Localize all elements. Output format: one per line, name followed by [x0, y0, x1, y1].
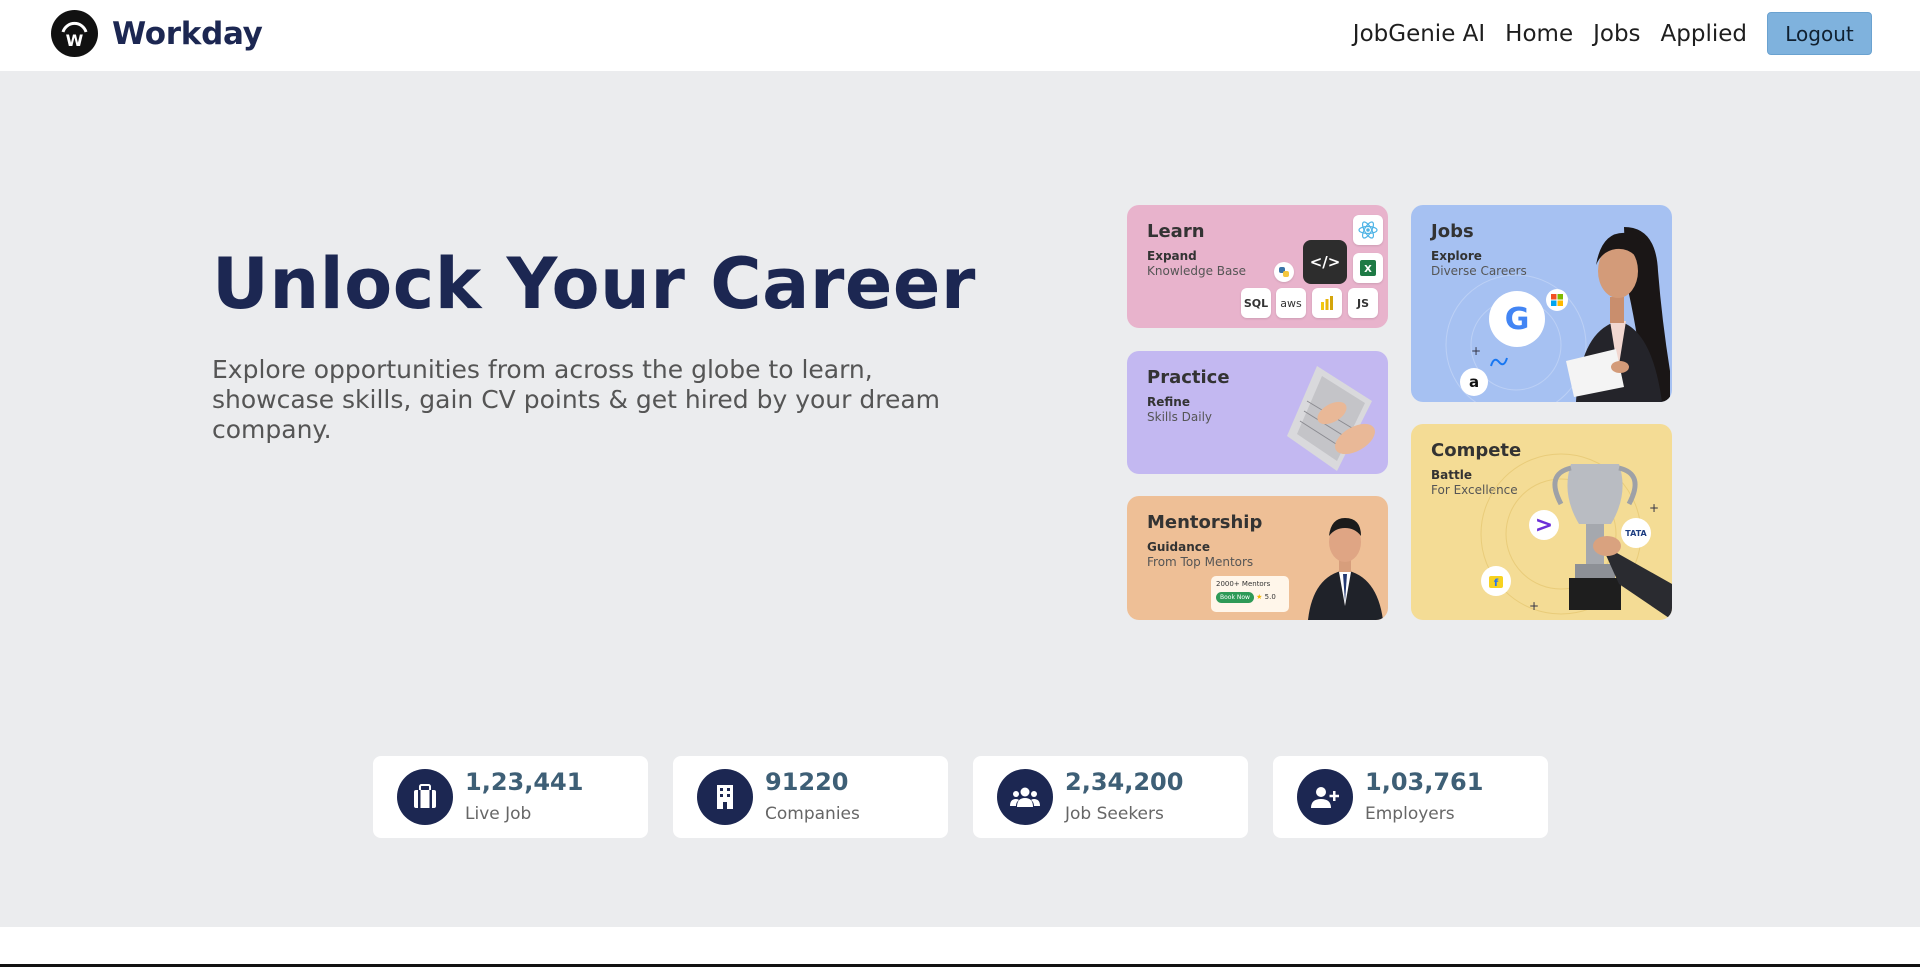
mentors-count: 2000+ Mentors [1216, 580, 1271, 588]
hero-title: Unlock Your Career [212, 243, 976, 325]
main-nav: JobGenie AI Home Jobs Applied Logout [1333, 12, 1872, 55]
mentor-photo-icon [1308, 518, 1383, 620]
stat-card-job-seekers: 2,34,200 Job Seekers [973, 756, 1248, 838]
stat-card-employers: 1,03,761 Employers [1273, 756, 1548, 838]
svg-text:W: W [66, 31, 84, 50]
learn-card-title: Learn [1147, 221, 1205, 242]
practice-card-title: Practice [1147, 367, 1230, 388]
code-icon: </> [1303, 240, 1347, 284]
jobs-card[interactable]: Jobs Explore Diverse Careers + G a [1411, 205, 1672, 402]
stat-card-companies: 91220 Companies [673, 756, 948, 838]
stat-job-seekers-number: 2,34,200 [1065, 768, 1184, 796]
microsoft-logo-icon [1546, 289, 1568, 311]
stat-employers-label: Employers [1365, 804, 1455, 824]
professional-woman-photo [1566, 227, 1670, 402]
users-icon [997, 769, 1053, 825]
laptop-typing-icon [1287, 366, 1375, 471]
book-now-button[interactable]: Book Now [1216, 592, 1254, 603]
svg-text:X: X [1364, 264, 1372, 275]
stat-card-live-job: 1,23,441 Live Job [373, 756, 648, 838]
powerbi-icon [1312, 288, 1342, 318]
stat-job-seekers-label: Job Seekers [1065, 804, 1164, 824]
stat-live-job-number: 1,23,441 [465, 768, 584, 796]
accenture-logo-icon: > [1529, 510, 1559, 540]
learn-card[interactable]: Learn Expand Knowledge Base </> X SQL aw… [1127, 205, 1388, 328]
briefcase-icon [397, 769, 453, 825]
nav-jobs[interactable]: Jobs [1593, 21, 1640, 47]
practice-card[interactable]: Practice Refine Skills Daily [1127, 351, 1388, 474]
sql-icon: SQL [1241, 288, 1271, 318]
practice-card-kicker: Refine [1147, 395, 1190, 409]
mentorship-card-kicker: Guidance [1147, 540, 1210, 554]
svg-text:f: f [1494, 578, 1499, 589]
tata-logo-icon: TATA [1621, 518, 1651, 548]
stat-companies-label: Companies [765, 804, 860, 824]
amazon-logo-icon: a [1460, 368, 1488, 396]
user-plus-icon [1297, 769, 1353, 825]
nav-home[interactable]: Home [1505, 21, 1573, 47]
mentors-badge: 2000+ Mentors Book Now ★ 5.0 [1211, 576, 1289, 612]
svg-text:+: + [1471, 344, 1481, 358]
hero-subtitle: Explore opportunities from across the gl… [212, 355, 941, 444]
practice-card-sub: Skills Daily [1147, 410, 1212, 424]
compete-card[interactable]: Compete Battle For Excellence + + > TATA… [1411, 424, 1672, 620]
nav-applied[interactable]: Applied [1661, 21, 1747, 47]
workday-logo-icon: W [51, 10, 98, 57]
react-icon [1353, 215, 1383, 245]
nav-jobgenie-ai[interactable]: JobGenie AI [1353, 21, 1485, 47]
excel-icon: X [1353, 253, 1383, 283]
mentorship-card-sub: From Top Mentors [1147, 555, 1254, 569]
brand[interactable]: W Workday [51, 10, 263, 57]
logout-button[interactable]: Logout [1767, 12, 1872, 55]
mentor-rating: 5.0 [1264, 593, 1276, 601]
stat-companies-number: 91220 [765, 768, 849, 796]
meta-logo-icon [1487, 350, 1511, 374]
flipkart-logo-icon: f [1481, 566, 1511, 596]
mentorship-card[interactable]: Mentorship Guidance From Top Mentors 200… [1127, 496, 1388, 620]
star-icon: ★ [1256, 593, 1263, 601]
stat-live-job-label: Live Job [465, 804, 532, 824]
google-logo-icon: G [1489, 291, 1545, 347]
top-navbar: W Workday JobGenie AI Home Jobs Applied … [0, 0, 1920, 71]
learn-card-kicker: Expand [1147, 249, 1197, 263]
mentorship-card-title: Mentorship [1147, 512, 1263, 533]
stat-employers-number: 1,03,761 [1365, 768, 1484, 796]
javascript-icon: JS [1348, 288, 1378, 318]
building-icon [697, 769, 753, 825]
brand-name: Workday [112, 15, 263, 52]
python-icon [1274, 262, 1294, 282]
learn-card-sub: Knowledge Base [1147, 264, 1246, 278]
aws-icon: aws [1276, 288, 1306, 318]
